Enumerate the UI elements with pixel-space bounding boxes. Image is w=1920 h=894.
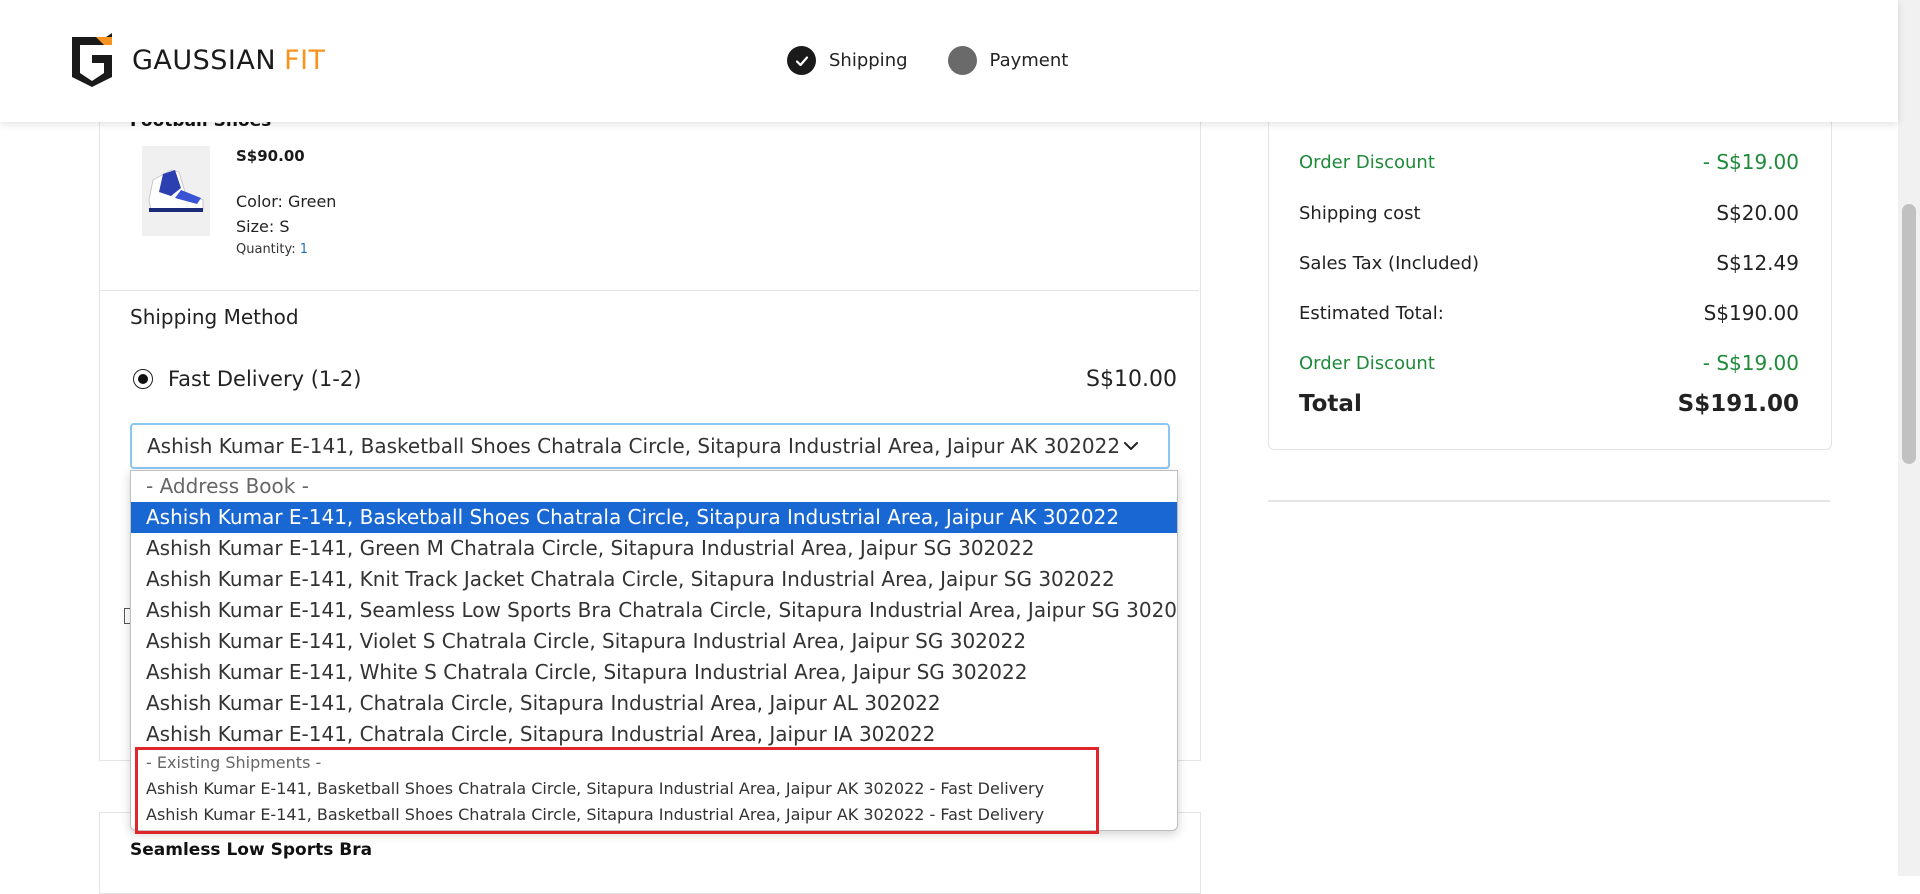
summary-divider [1268, 500, 1830, 502]
existing-shipment-option[interactable]: Ashish Kumar E-141, Basketball Shoes Cha… [131, 776, 1177, 802]
circle-icon [947, 46, 977, 75]
step-shipping[interactable]: Shipping [787, 46, 908, 75]
summary-estimated-total: Estimated Total: S$190.00 [1299, 301, 1799, 325]
address-option[interactable]: Ashish Kumar E-141, Chatrala Circle, Sit… [131, 688, 1177, 719]
summary-value: S$190.00 [1703, 301, 1799, 325]
step-shipping-label: Shipping [829, 50, 908, 71]
shipping-option-label: Fast Delivery (1-2) [168, 367, 362, 391]
summary-label: Sales Tax (Included) [1299, 252, 1480, 274]
brand-name: GAUSSIAN FIT [132, 45, 326, 76]
radio-button-selected[interactable] [133, 369, 153, 389]
address-option[interactable]: Ashish Kumar E-141, Basketball Shoes Cha… [131, 502, 1177, 533]
address-option[interactable]: Ashish Kumar E-141, Chatrala Circle, Sit… [131, 719, 1177, 750]
summary-value: - S$19.00 [1702, 150, 1799, 174]
shipping-option-price: S$10.00 [1086, 367, 1177, 392]
summary-total-value: S$191.00 [1677, 391, 1799, 417]
summary-label: Order Discount [1299, 151, 1435, 173]
address-dropdown-list[interactable]: - Address Book - Ashish Kumar E-141, Bas… [130, 470, 1178, 831]
step-payment-label: Payment [989, 50, 1069, 71]
summary-label: Estimated Total: [1299, 302, 1444, 324]
brand-word-fit: FIT [284, 44, 326, 76]
summary-total: Total S$191.00 [1299, 391, 1799, 417]
radio-dot [138, 374, 148, 384]
summary-order-discount-1: Order Discount - S$19.00 [1299, 150, 1799, 174]
quantity-label: Quantity: [236, 242, 296, 257]
address-option[interactable]: Ashish Kumar E-141, Violet S Chatrala Ci… [131, 626, 1177, 657]
section-divider [99, 290, 1199, 291]
checkout-steps: Shipping Payment [787, 46, 1108, 75]
product-color: Color: Green [236, 192, 337, 211]
product-quantity: Quantity: 1 [236, 242, 308, 257]
summary-value: S$12.49 [1716, 251, 1799, 275]
product-name-2: Seamless Low Sports Bra [130, 840, 373, 860]
summary-value: S$20.00 [1716, 201, 1799, 225]
existing-shipments-group-header: - Existing Shipments - [146, 753, 322, 772]
address-option[interactable]: Ashish Kumar E-141, Seamless Low Sports … [131, 595, 1177, 626]
shipping-option-fast[interactable]: Fast Delivery (1-2) [133, 367, 361, 391]
gaussian-fit-logo-icon [72, 33, 112, 87]
checkout-header: GAUSSIAN FIT Shipping Payment [0, 0, 1898, 122]
chevron-down-icon [1124, 442, 1138, 450]
brand-word-gaussian: GAUSSIAN [132, 44, 277, 76]
shipping-method-title: Shipping Method [130, 305, 299, 329]
summary-sales-tax: Sales Tax (Included) S$12.49 [1299, 251, 1799, 275]
summary-order-discount-2: Order Discount - S$19.00 [1299, 351, 1799, 375]
brand-logo[interactable]: GAUSSIAN FIT [66, 33, 326, 87]
summary-total-label: Total [1299, 391, 1362, 417]
check-icon [787, 46, 816, 75]
summary-label: Shipping cost [1299, 202, 1421, 224]
product-price: S$90.00 [236, 147, 305, 165]
address-option[interactable]: Ashish Kumar E-141, White S Chatrala Cir… [131, 657, 1177, 688]
shoe-icon [148, 169, 204, 212]
product-size: Size: S [236, 217, 290, 236]
step-payment[interactable]: Payment [947, 46, 1069, 75]
existing-shipment-option[interactable]: Ashish Kumar E-141, Basketball Shoes Cha… [131, 802, 1177, 828]
address-book-group-header: - Address Book - [146, 474, 309, 498]
product-image[interactable] [142, 146, 210, 236]
quantity-value: 1 [299, 242, 309, 257]
address-select[interactable]: Ashish Kumar E-141, Basketball Shoes Cha… [130, 423, 1170, 469]
address-option[interactable]: Ashish Kumar E-141, Green M Chatrala Cir… [131, 533, 1177, 564]
scrollbar-thumb[interactable] [1902, 204, 1916, 464]
address-option[interactable]: Ashish Kumar E-141, Knit Track Jacket Ch… [131, 564, 1177, 595]
address-select-value: Ashish Kumar E-141, Basketball Shoes Cha… [147, 434, 1121, 458]
summary-label: Order Discount [1299, 352, 1435, 374]
summary-shipping-cost: Shipping cost S$20.00 [1299, 201, 1799, 225]
summary-value: - S$19.00 [1702, 351, 1799, 375]
